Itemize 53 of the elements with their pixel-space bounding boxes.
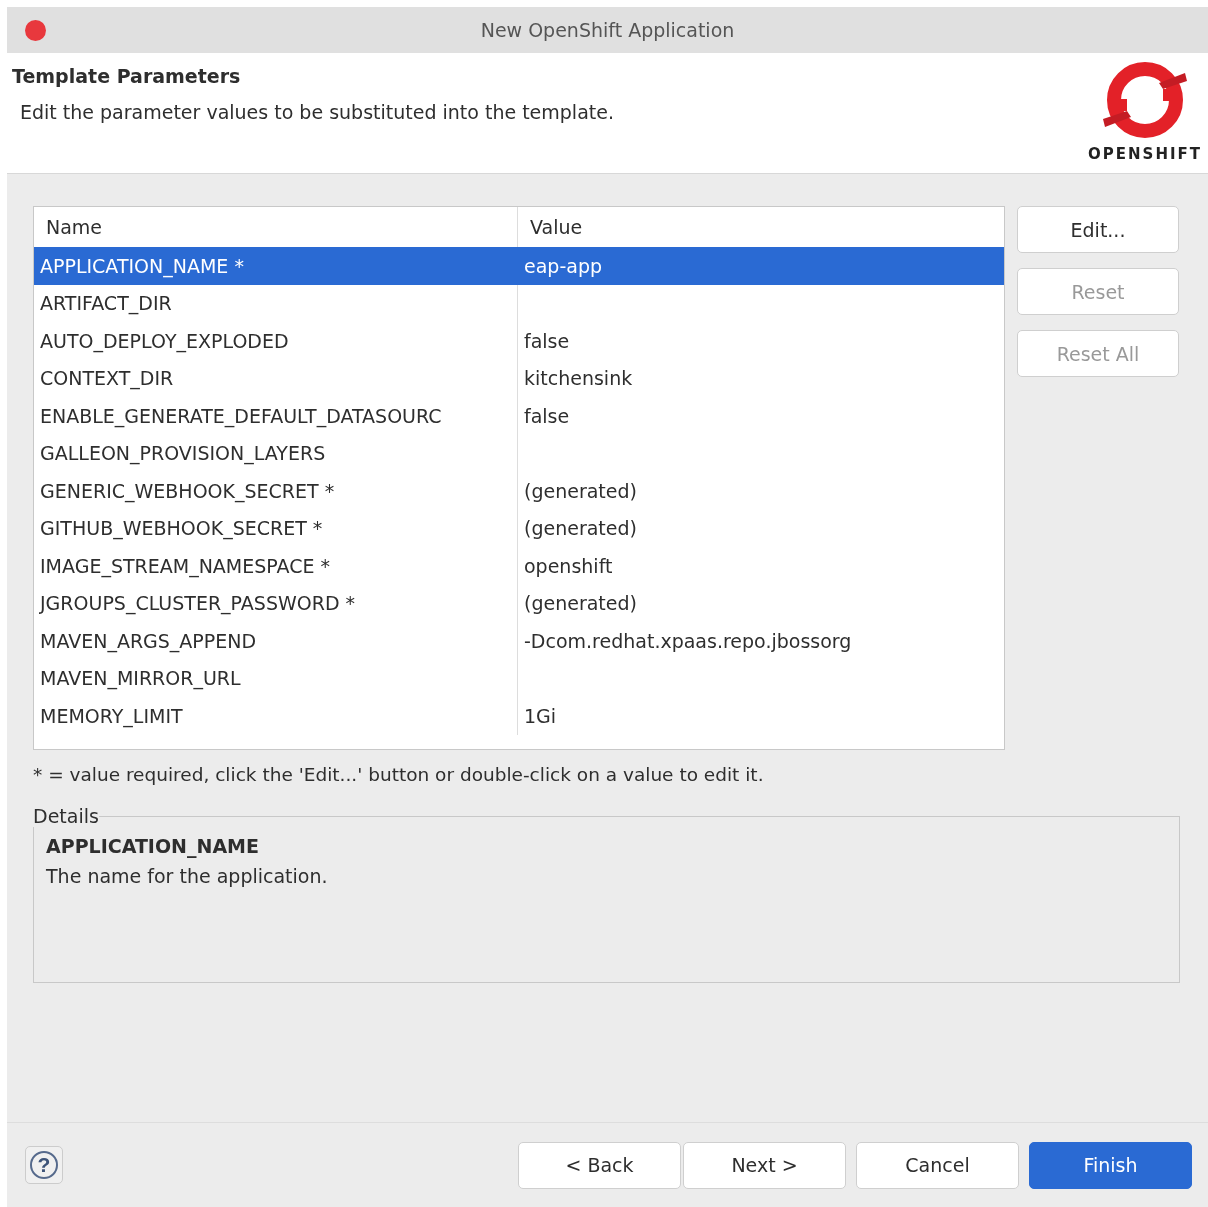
- window-title: New OpenShift Application: [480, 19, 735, 41]
- table-row[interactable]: GITHUB_WEBHOOK_SECRET * (generated): [34, 509, 1004, 547]
- wizard-button[interactable]: < Back: [518, 1141, 681, 1189]
- name-cell-text: GITHUB_WEBHOOK_SECRET *: [39, 517, 324, 540]
- name-cell-text: AUTO_DEPLOY_EXPLODED: [39, 329, 290, 352]
- name-cell-text: MAVEN_MIRROR_URL: [39, 667, 242, 690]
- value-cell: eap-app: [524, 254, 602, 277]
- column-header[interactable]: Name: [34, 207, 517, 247]
- value-cell: openshift: [524, 554, 613, 577]
- logo-text: OPENSHIFT: [1088, 145, 1202, 163]
- value-cell: 1Gi: [524, 704, 557, 727]
- name-cell-text: ENABLE_GENERATE_DEFAULT_DATASOURC: [39, 404, 443, 427]
- name-cell-text: CONTEXT_DIR: [39, 367, 175, 390]
- close-button[interactable]: [25, 20, 46, 41]
- wizard-button[interactable]: Cancel: [856, 1141, 1019, 1189]
- table-row[interactable]: AUTO_DEPLOY_EXPLODED false: [34, 322, 1004, 360]
- wizard-button[interactable]: Next >: [683, 1141, 846, 1189]
- logo-icon: [1101, 59, 1189, 141]
- value-cell: -Dcom.redhat.xpaas.repo.jbossorg: [524, 629, 852, 652]
- value-cell: kitchensink: [524, 367, 633, 390]
- value-cell: (generated): [524, 479, 637, 502]
- value-cell: false: [524, 404, 570, 427]
- table-row[interactable]: GENERIC_WEBHOOK_SECRET * (generated): [34, 472, 1004, 510]
- name-cell-text: IMAGE_STREAM_NAMESPACE *: [39, 554, 332, 577]
- name-cell-text: ARTIFACT_DIR: [39, 292, 173, 315]
- name-cell-text: GENERIC_WEBHOOK_SECRET *: [39, 479, 336, 502]
- name-cell-text: GALLEON_PROVISION_LAYERS: [39, 442, 327, 465]
- details-legend: Details: [33, 805, 99, 827]
- parameter-name: APPLICATION_NAME: [46, 835, 260, 857]
- table-row[interactable]: ENABLE_GENERATE_DEFAULT_DATASOURC false: [34, 397, 1004, 435]
- selected-table-row[interactable]: APPLICATION_NAME * eap-app: [34, 247, 1004, 285]
- table-row[interactable]: ARTIFACT_DIR: [34, 284, 1004, 322]
- page-title: Template Parameters: [12, 65, 242, 87]
- table-row[interactable]: MAVEN_MIRROR_URL: [34, 659, 1004, 697]
- name-cell-text: JGROUPS_CLUSTER_PASSWORD *: [38, 592, 357, 615]
- help-button[interactable]: ?: [25, 1146, 63, 1184]
- name-cell-text: MAVEN_ARGS_APPEND: [39, 629, 258, 652]
- table-row[interactable]: MEMORY_LIMIT 1Gi: [34, 697, 1004, 735]
- table-row[interactable]: GALLEON_PROVISION_LAYERS: [34, 434, 1004, 472]
- page-description: Edit the parameter values to be substituted into the template.: [19, 101, 614, 123]
- hint-text: * = value required, click the 'Edit...' button or double-click on a value to edit it.: [33, 764, 765, 785]
- name-cell-text: MEMORY_LIMIT: [39, 704, 184, 727]
- parameter-description: The name for the application.: [46, 865, 329, 887]
- name-cell-text: APPLICATION_NAME *: [39, 254, 245, 277]
- table-row[interactable]: CONTEXT_DIR kitchensink: [34, 359, 1004, 397]
- action-button[interactable]: Edit...: [1017, 206, 1179, 253]
- wizard-button[interactable]: Finish: [1029, 1141, 1192, 1189]
- value-cell: false: [524, 329, 570, 352]
- table-row[interactable]: MAVEN_ARGS_APPEND -Dcom.redhat.xpaas.repo.jbossorg: [34, 622, 1004, 660]
- table-row[interactable]: IMAGE_STREAM_NAMESPACE * openshift: [34, 547, 1004, 585]
- value-cell: (generated): [524, 592, 637, 615]
- table-row[interactable]: JGROUPS_CLUSTER_PASSWORD * (generated): [34, 584, 1004, 622]
- value-cell: (generated): [524, 517, 637, 540]
